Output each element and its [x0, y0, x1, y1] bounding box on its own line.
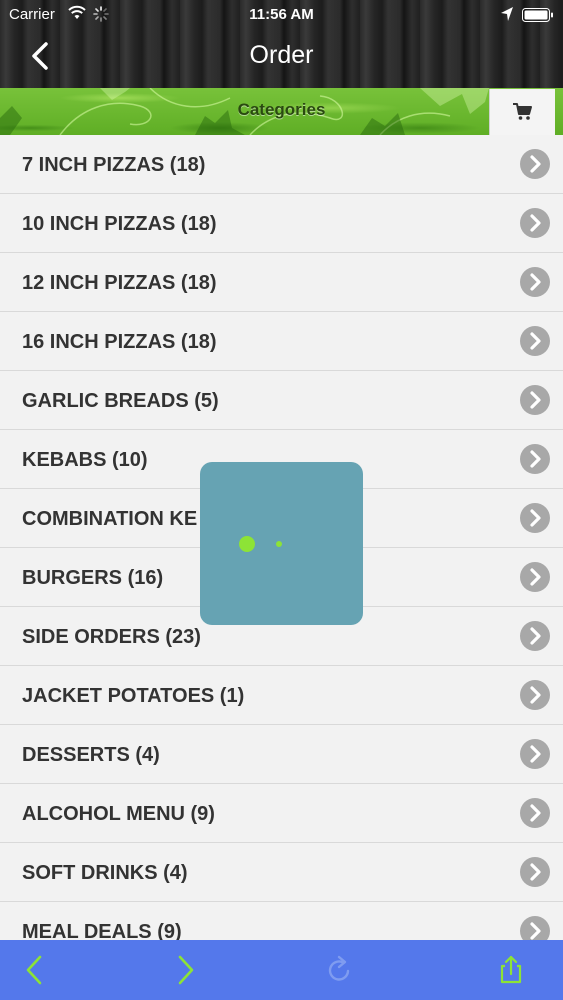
- category-item[interactable]: 12 INCH PIZZAS (18): [0, 253, 563, 312]
- category-label: ALCOHOL MENU (9): [22, 803, 215, 825]
- category-label: 16 INCH PIZZAS (18): [22, 331, 217, 353]
- loading-dot: [239, 536, 255, 552]
- category-label: MEAL DEALS (9): [22, 921, 182, 940]
- category-label: JACKET POTATOES (1): [22, 685, 245, 707]
- category-item[interactable]: 7 INCH PIZZAS (18): [0, 135, 563, 194]
- category-item[interactable]: JACKET POTATOES (1): [0, 666, 563, 725]
- category-label: 12 INCH PIZZAS (18): [22, 272, 217, 294]
- chevron-right-icon: [520, 208, 550, 238]
- category-label: KEBABS (10): [22, 449, 148, 471]
- chevron-right-icon: [520, 444, 550, 474]
- categories-label: Categories: [237, 100, 326, 119]
- category-label: BURGERS (16): [22, 567, 164, 589]
- bottom-toolbar: [0, 940, 563, 1000]
- category-item[interactable]: SOFT DRINKS (4): [0, 843, 563, 902]
- chevron-right-icon: [520, 621, 550, 651]
- chevron-right-icon: [520, 857, 550, 887]
- category-label: DESSERTS (4): [22, 744, 160, 766]
- chevron-right-icon: [520, 503, 550, 533]
- category-label: COMBINATION KE: [22, 508, 198, 530]
- cart-button[interactable]: [489, 89, 555, 135]
- status-bar: Carrier 11:56 AM: [0, 0, 563, 30]
- chevron-right-icon: [520, 916, 550, 940]
- chevron-right-icon: [520, 149, 550, 179]
- loading-indicator: [200, 462, 363, 625]
- category-label: 7 INCH PIZZAS (18): [22, 154, 206, 176]
- chevron-right-icon: [520, 739, 550, 769]
- chevron-right-icon: [520, 798, 550, 828]
- chevron-right-icon: [520, 385, 550, 415]
- category-label: SOFT DRINKS (4): [22, 862, 188, 884]
- battery-icon: [522, 8, 553, 22]
- category-label: SIDE ORDERS (23): [22, 626, 201, 648]
- shopping-cart-icon: [513, 103, 532, 120]
- app-header: Carrier 11:56 AM Order: [0, 0, 563, 88]
- category-item[interactable]: ALCOHOL MENU (9): [0, 784, 563, 843]
- categories-banner: Categories: [0, 88, 563, 135]
- category-item[interactable]: 10 INCH PIZZAS (18): [0, 194, 563, 253]
- arrow-left-icon[interactable]: [20, 954, 50, 986]
- category-item[interactable]: DESSERTS (4): [0, 725, 563, 784]
- category-label: GARLIC BREADS (5): [22, 390, 219, 412]
- chevron-right-icon: [520, 680, 550, 710]
- category-item[interactable]: 16 INCH PIZZAS (18): [0, 312, 563, 371]
- location-arrow-icon: [501, 7, 513, 21]
- status-time: 11:56 AM: [249, 6, 314, 23]
- chevron-right-icon: [520, 267, 550, 297]
- category-item[interactable]: MEAL DEALS (9): [0, 902, 563, 940]
- loading-dot: [276, 541, 282, 547]
- category-label: 10 INCH PIZZAS (18): [22, 213, 217, 235]
- page-title: Order: [249, 41, 314, 69]
- category-item[interactable]: GARLIC BREADS (5): [0, 371, 563, 430]
- chevron-right-icon: [520, 562, 550, 592]
- refresh-icon[interactable]: [325, 954, 355, 986]
- share-icon[interactable]: [496, 954, 526, 986]
- chevron-right-icon: [520, 326, 550, 356]
- arrow-right-icon[interactable]: [170, 954, 200, 986]
